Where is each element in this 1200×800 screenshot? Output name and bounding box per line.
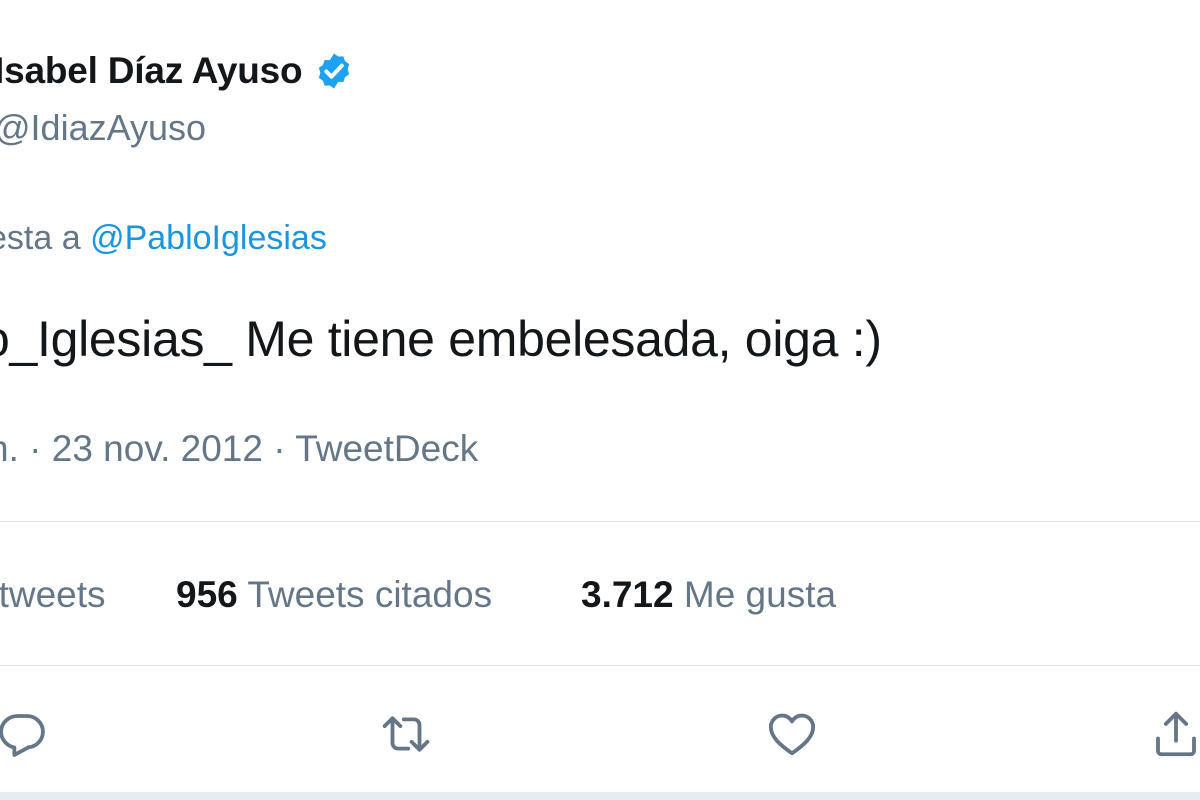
verified-badge-icon [314,51,354,91]
quotes-count: 956 [176,574,238,615]
retweets-label: etweets [0,574,106,615]
retweet-icon [382,716,430,752]
like-button[interactable] [762,704,822,764]
share-button[interactable] [1146,704,1200,764]
tweet-detail: Isabel Díaz Ayuso @IdiazAyuso esta a @Pa… [0,0,1200,800]
share-icon [1156,711,1196,757]
author-display-name[interactable]: Isabel Díaz Ayuso [0,50,303,92]
author-handle[interactable]: @IdiazAyuso [0,107,206,149]
meta-separator: · [262,428,296,469]
retweets-stat[interactable]: etweets [0,574,106,616]
reply-icon [0,714,45,757]
likes-count: 3.712 [581,574,674,615]
divider [0,665,1200,666]
quotes-label: Tweets citados [237,574,493,615]
reply-prefix: esta a [0,219,81,257]
author-row[interactable]: Isabel Díaz Ayuso [0,50,354,92]
reply-context: esta a @PabloIglesias [0,219,327,258]
tweet-meta: n. · 23 nov. 2012 · TweetDeck [0,428,478,470]
reply-button[interactable] [0,704,52,764]
heart-icon [768,713,816,756]
retweet-button[interactable] [376,704,436,764]
tweet-text: o_Iglesias_ Me tiene embelesada, oiga :) [0,311,882,367]
likes-label: Me gusta [673,574,837,615]
tweet-date[interactable]: 23 nov. 2012 [52,428,263,469]
quotes-stat[interactable]: 956 Tweets citados [176,574,492,616]
tweet-time[interactable]: n. · [0,428,52,469]
bottom-divider [0,792,1200,800]
reply-mention-link[interactable]: @PabloIglesias [90,219,327,257]
likes-stat[interactable]: 3.712 Me gusta [581,574,836,616]
divider [0,521,1200,522]
tweet-source-link[interactable]: TweetDeck [295,428,478,469]
